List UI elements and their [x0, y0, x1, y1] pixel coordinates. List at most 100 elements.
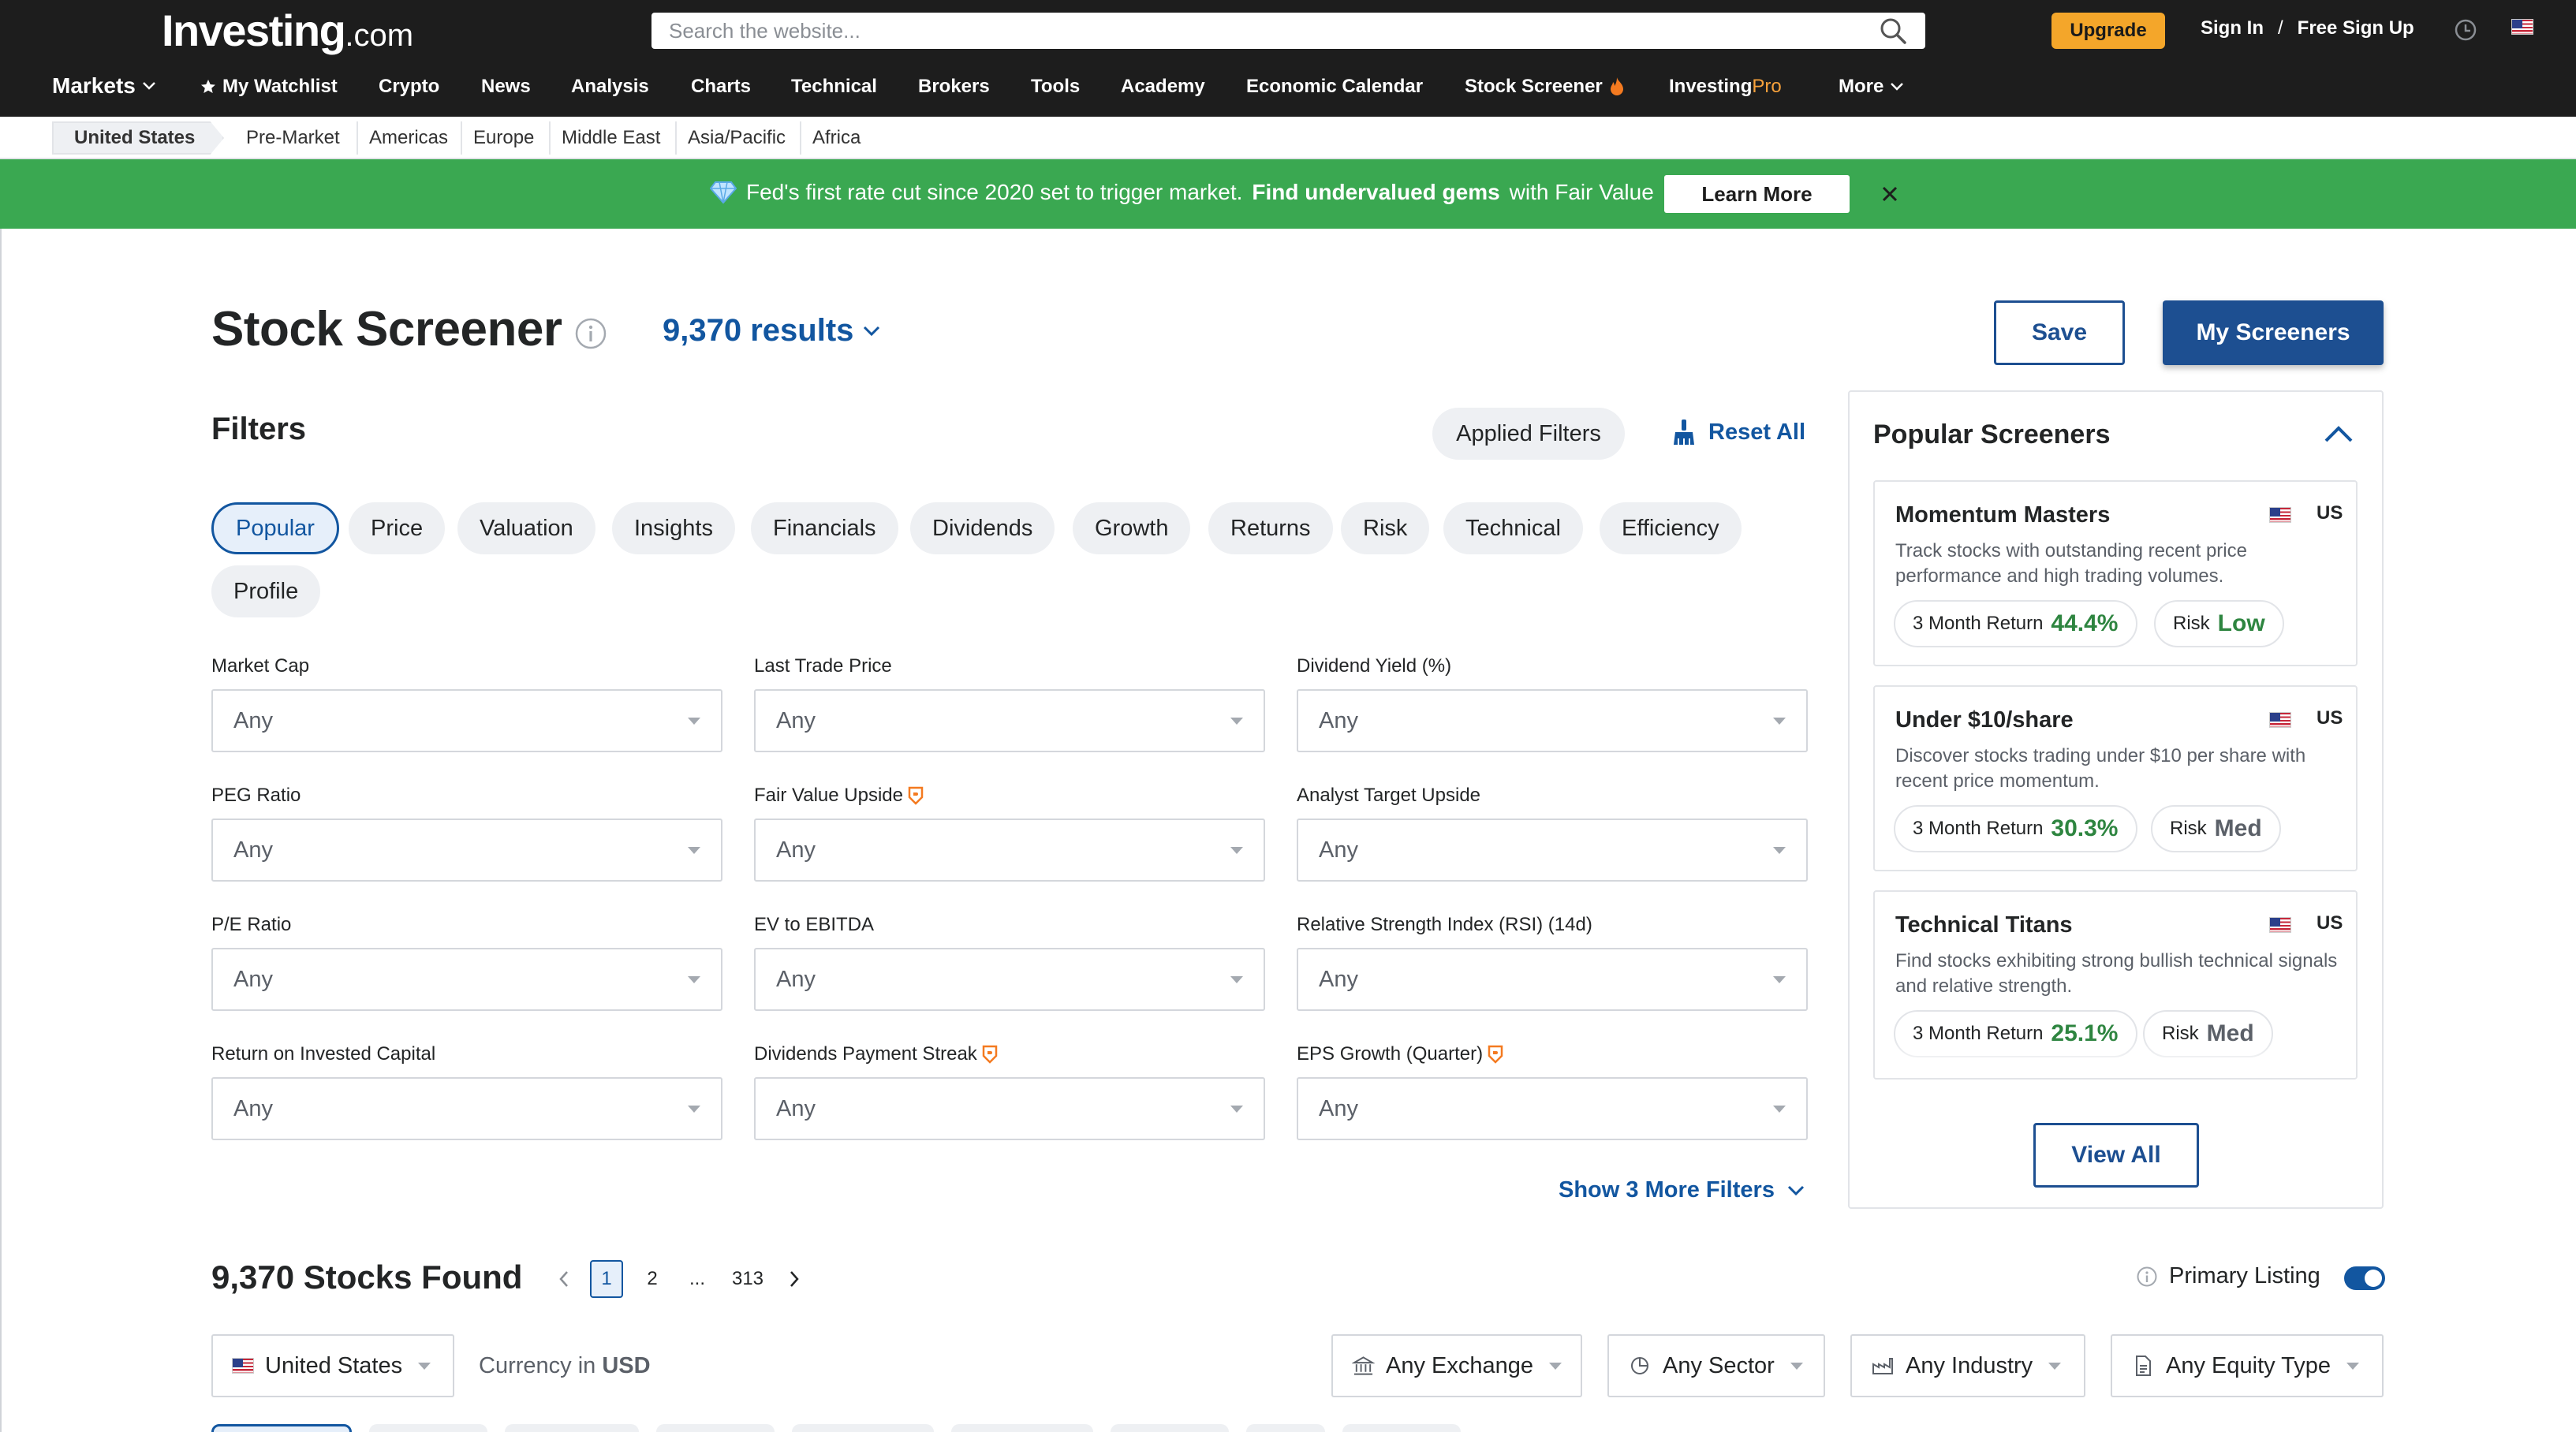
prev-page-icon[interactable] [552, 1260, 576, 1298]
learn-more-button[interactable]: Learn More [1664, 175, 1850, 213]
site-logo[interactable]: Investing .com [162, 5, 413, 55]
nav-technical[interactable]: Technical [791, 76, 877, 98]
tab-price[interactable]: Price [349, 502, 446, 554]
tab-insights[interactable]: Insights [612, 502, 735, 554]
equity-type-dropdown[interactable]: Any Equity Type [2111, 1334, 2384, 1397]
tab-profile[interactable]: Profile [211, 565, 321, 617]
tab-risk[interactable]: Risk [1341, 502, 1430, 554]
nav-more[interactable]: More [1839, 76, 1904, 98]
region-item[interactable]: Middle East [549, 121, 671, 155]
nav-academy[interactable]: Academy [1121, 76, 1205, 98]
nav-markets[interactable]: Markets [52, 73, 156, 99]
caret-down-icon [1790, 1362, 1803, 1370]
tab-efficiency[interactable]: Efficiency [1600, 502, 1742, 554]
nav-investing-pro[interactable]: Investing Pro [1669, 76, 1782, 98]
search-input[interactable]: Search the website... [651, 13, 1925, 49]
tab-popular[interactable]: Popular [211, 502, 339, 554]
screener-card[interactable]: Momentum Masters US Track stocks with ou… [1873, 480, 2358, 666]
my-screeners-button[interactable]: My Screeners [2163, 300, 2384, 365]
sector-dropdown[interactable]: Any Sector [1607, 1334, 1825, 1397]
nav-tools[interactable]: Tools [1031, 76, 1080, 98]
page-button[interactable]: 2 [639, 1260, 666, 1298]
nav-brokers[interactable]: Brokers [918, 76, 990, 98]
filter-value: Any [776, 707, 816, 733]
show-more-filters-button[interactable]: Show 3 More Filters [1559, 1177, 1805, 1203]
page-button-current[interactable]: 1 [590, 1260, 623, 1298]
column-tab-peek[interactable] [211, 1424, 352, 1432]
column-tab-peek[interactable] [656, 1424, 775, 1432]
save-button[interactable]: Save [1994, 300, 2125, 365]
column-tab-peek[interactable] [1111, 1424, 1229, 1432]
screener-card[interactable]: Under $10/share US Discover stocks tradi… [1873, 685, 2358, 871]
region-item[interactable]: Asia/Pacific [675, 121, 797, 155]
filter-eps-growth-select[interactable]: Any [1297, 1077, 1808, 1140]
page-button[interactable]: 313 [727, 1260, 768, 1298]
filter-roic-select[interactable]: Any [211, 1077, 722, 1140]
region-item[interactable]: Americas [357, 121, 459, 155]
exchange-dropdown[interactable]: Any Exchange [1331, 1334, 1582, 1397]
filter-fair-value-upside-select[interactable]: Any [754, 819, 1265, 882]
nav-stock-screener[interactable]: Stock Screener [1465, 76, 1625, 98]
nav-crypto[interactable]: Crypto [379, 76, 439, 98]
applied-filters-button[interactable]: Applied Filters [1432, 408, 1625, 460]
document-icon [2136, 1356, 2151, 1376]
tab-returns[interactable]: Returns [1208, 502, 1333, 554]
nav-economic-calendar[interactable]: Economic Calendar [1246, 76, 1423, 98]
tab-financials[interactable]: Financials [751, 502, 898, 554]
upgrade-button[interactable]: Upgrade [2051, 13, 2165, 49]
filter-pe-ratio-select[interactable]: Any [211, 948, 722, 1011]
nav-news[interactable]: News [481, 76, 531, 98]
filter-market-cap-select[interactable]: Any [211, 689, 722, 752]
us-flag-icon[interactable] [2511, 19, 2533, 35]
filter-peg-ratio-select[interactable]: Any [211, 819, 722, 882]
filter-analyst-target-upside-select[interactable]: Any [1297, 819, 1808, 882]
banner-text-b: Find undervalued gems [1252, 180, 1500, 204]
info-icon[interactable] [574, 317, 607, 350]
caret-down-icon [1773, 846, 1786, 854]
clock-icon[interactable] [2453, 17, 2478, 43]
region-item[interactable]: Europe [461, 121, 545, 155]
region-item[interactable]: Pre-Market [235, 121, 351, 155]
nav-charts[interactable]: Charts [691, 76, 751, 98]
screener-return-pill: 3 Month Return 44.4% [1894, 600, 2137, 647]
search-icon[interactable] [1878, 16, 1908, 46]
column-tab-peek[interactable] [1246, 1424, 1325, 1432]
tab-growth[interactable]: Growth [1073, 502, 1191, 554]
filter-dividend-streak-select[interactable]: Any [754, 1077, 1265, 1140]
column-tab-peek[interactable] [1342, 1424, 1461, 1432]
industry-dropdown[interactable]: Any Industry [1850, 1334, 2085, 1397]
column-tab-peek[interactable] [369, 1424, 487, 1432]
filter-label-text: PEG Ratio [211, 785, 301, 806]
close-icon[interactable] [1877, 181, 1902, 207]
filter-last-trade-price-select[interactable]: Any [754, 689, 1265, 752]
region-item[interactable]: Africa [800, 121, 872, 155]
next-page-icon[interactable] [782, 1260, 806, 1298]
filter-ev-to-ebitda-select[interactable]: Any [754, 948, 1265, 1011]
filter-label: Dividend Yield (%) [1297, 655, 1451, 677]
country-dropdown[interactable]: United States [211, 1334, 454, 1397]
results-count-dropdown[interactable]: 9,370 results [663, 313, 880, 349]
column-tab-peek[interactable] [792, 1424, 934, 1432]
tab-technical[interactable]: Technical [1443, 502, 1583, 554]
tab-dividends[interactable]: Dividends [910, 502, 1055, 554]
info-icon[interactable] [2136, 1266, 2158, 1288]
nav-watchlist[interactable]: My Watchlist [200, 76, 338, 98]
filter-label: P/E Ratio [211, 914, 291, 936]
nav-analysis[interactable]: Analysis [571, 76, 649, 98]
filter-value: Any [1319, 707, 1358, 733]
view-all-button[interactable]: View All [2033, 1123, 2199, 1188]
free-sign-up-link[interactable]: Free Sign Up [2298, 17, 2414, 39]
filter-dividend-yield-select[interactable]: Any [1297, 689, 1808, 752]
column-tab-peek[interactable] [951, 1424, 1093, 1432]
screener-card[interactable]: Technical Titans US Find stocks exhibiti… [1873, 890, 2358, 1080]
tab-valuation[interactable]: Valuation [457, 502, 595, 554]
column-tab-peek[interactable] [505, 1424, 639, 1432]
sign-in-link[interactable]: Sign In [2201, 17, 2264, 39]
filter-rsi-select[interactable]: Any [1297, 948, 1808, 1011]
chevron-up-icon[interactable] [2323, 422, 2354, 446]
factory-icon [1872, 1358, 1893, 1374]
region-current[interactable]: United States [52, 121, 224, 155]
reset-all-button[interactable]: Reset All [1672, 418, 1805, 446]
stocks-found-count: 9,370 Stocks Found [211, 1259, 523, 1296]
primary-listing-toggle[interactable] [2344, 1266, 2385, 1290]
